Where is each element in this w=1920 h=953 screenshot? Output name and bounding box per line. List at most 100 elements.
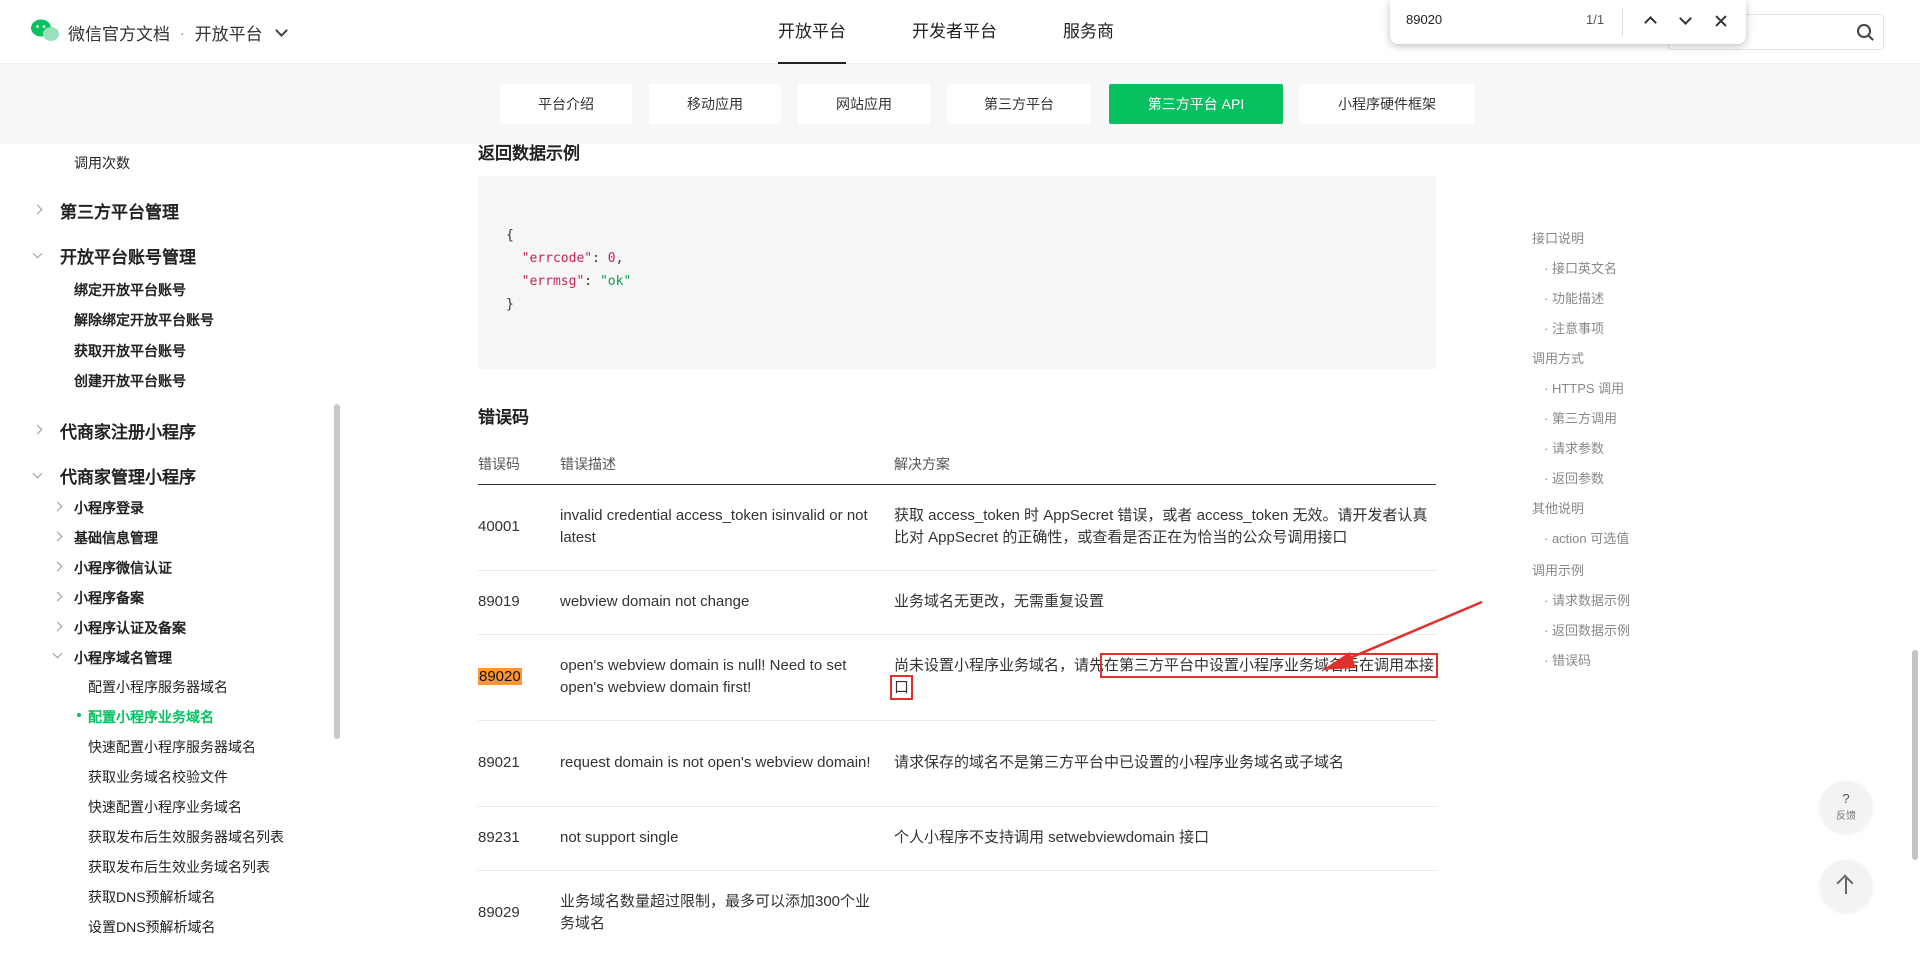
toc-item[interactable]: 其他说明 [1532, 498, 1584, 517]
sidebar-group-register-miniprogram[interactable]: 代商家注册小程序 [60, 418, 196, 443]
code-block: { "errcode": 0, "errmsg": "ok" } [478, 176, 1436, 369]
sidebar-item-verify-filing[interactable]: 小程序认证及备案 [74, 618, 186, 638]
error-code: 89021 [478, 720, 560, 807]
page-scrollbar[interactable] [1912, 650, 1918, 860]
table-header-row: 错误码 错误描述 解决方案 [478, 444, 1436, 485]
table-row: 89020 open's webview domain is null! Nee… [478, 634, 1439, 721]
code-line: { [506, 228, 514, 243]
sidebar-group-open-account[interactable]: 开放平台账号管理 [60, 243, 196, 268]
chevron-right-icon[interactable] [52, 501, 63, 512]
feedback-button[interactable]: ? 反馈 [1820, 781, 1872, 833]
sidebar-item-get-dns[interactable]: 获取DNS预解析域名 [88, 887, 216, 907]
toc-item[interactable]: · 接口英文名 [1544, 258, 1617, 277]
toc-item[interactable]: · 请求数据示例 [1544, 590, 1630, 609]
brand-separator: · [180, 24, 185, 41]
toc-item[interactable]: · action 可选值 [1544, 528, 1629, 547]
error-description: invalid credential access_token isinvali… [560, 484, 894, 571]
sidebar-item-set-dns[interactable]: 设置DNS预解析域名 [88, 917, 216, 937]
toc-item[interactable]: · 返回数据示例 [1544, 620, 1630, 639]
code-line: "errmsg": "ok" [521, 274, 632, 289]
code-line: } [506, 297, 514, 312]
sidebar-item-call-count[interactable]: 调用次数 [74, 153, 130, 173]
sidebar-item-quick-webview-domain[interactable]: 快速配置小程序业务域名 [88, 797, 242, 817]
toc-item[interactable]: 调用方式 [1532, 348, 1584, 367]
sidebar-item-bind-account[interactable]: 绑定开放平台账号 [74, 280, 186, 300]
toc-item[interactable]: · 第三方调用 [1544, 408, 1617, 427]
sidebar-item-verify-file[interactable]: 获取业务域名校验文件 [88, 767, 228, 787]
active-indicator [77, 713, 81, 717]
column-header-code: 错误码 [478, 444, 560, 485]
table-row: 40001 invalid credential access_token is… [478, 484, 1436, 571]
chevron-right-icon[interactable] [52, 591, 63, 602]
sidebar-item-effective-server-list[interactable]: 获取发布后生效服务器域名列表 [88, 827, 284, 847]
tab-miniprogram-hardware[interactable]: 小程序硬件框架 [1299, 84, 1475, 124]
chevron-down-icon[interactable] [32, 468, 43, 479]
find-previous-button[interactable] [1640, 10, 1662, 32]
chevron-down-icon[interactable] [32, 248, 43, 259]
error-code: 89019 [478, 570, 560, 635]
sidebar-item-wechat-verify[interactable]: 小程序微信认证 [74, 558, 172, 578]
error-solution: 尚未设置小程序业务域名，请先在第三方平台中设置小程序业务域名后在调用本接口 [889, 634, 1439, 721]
toc-item[interactable]: · 请求参数 [1544, 438, 1604, 457]
sidebar-item-domain-manage[interactable]: 小程序域名管理 [74, 648, 172, 668]
back-to-top-button[interactable] [1820, 860, 1872, 912]
chevron-down-icon[interactable] [52, 648, 63, 659]
find-close-button[interactable] [1710, 10, 1732, 32]
tab-mobile-app[interactable]: 移动应用 [649, 84, 781, 124]
search-icon[interactable] [1857, 24, 1871, 38]
nav-service-provider[interactable]: 服务商 [1063, 0, 1114, 64]
sub-nav: 平台介绍 移动应用 网站应用 第三方平台 第三方平台 API 小程序硬件框架 [0, 64, 1920, 144]
chevron-right-icon[interactable] [52, 531, 63, 542]
chevron-right-icon[interactable] [32, 204, 43, 215]
wechat-logo-icon[interactable] [30, 18, 60, 44]
column-header-solution: 解决方案 [894, 444, 1436, 485]
find-next-button[interactable] [1675, 10, 1697, 32]
sidebar-item-quick-server-domain[interactable]: 快速配置小程序服务器域名 [88, 737, 256, 757]
sidebar-item-effective-webview-list[interactable]: 获取发布后生效业务域名列表 [88, 857, 270, 877]
brand-area[interactable]: 微信官方文档 · 开放平台 [68, 20, 288, 45]
toc-item[interactable]: 接口说明 [1532, 228, 1584, 247]
toc-item[interactable]: · HTTPS 调用 [1544, 378, 1624, 397]
nav-developer-platform[interactable]: 开发者平台 [912, 0, 997, 64]
sidebar-item-filing[interactable]: 小程序备案 [74, 588, 144, 608]
nav-open-platform[interactable]: 开放平台 [778, 0, 846, 64]
tab-third-party-platform[interactable]: 第三方平台 [947, 84, 1091, 124]
chevron-right-icon[interactable] [52, 561, 63, 572]
sidebar-item-unbind-account[interactable]: 解除绑定开放平台账号 [74, 310, 214, 330]
error-code: 89029 [478, 870, 560, 953]
find-highlight: 89020 [478, 668, 522, 685]
column-header-description: 错误描述 [560, 444, 894, 485]
sidebar-item-basic-info[interactable]: 基础信息管理 [74, 528, 158, 548]
error-code: 89231 [478, 806, 560, 871]
sidebar-item-webview-domain[interactable]: 配置小程序业务域名 [88, 707, 214, 727]
sidebar-item-get-account[interactable]: 获取开放平台账号 [74, 341, 186, 361]
toc-item[interactable]: · 错误码 [1544, 650, 1591, 669]
main-nav: 开放平台 开发者平台 服务商 [778, 0, 1114, 64]
toc-item[interactable]: 调用示例 [1532, 560, 1584, 579]
error-description: open's webview domain is null! Need to s… [560, 634, 894, 721]
find-input[interactable]: 89020 [1406, 12, 1442, 27]
sidebar-group-third-party-manage[interactable]: 第三方平台管理 [60, 198, 179, 223]
sidebar-group-manage-miniprogram[interactable]: 代商家管理小程序 [60, 463, 196, 488]
tab-website-app[interactable]: 网站应用 [798, 84, 930, 124]
tab-platform-intro[interactable]: 平台介绍 [500, 84, 632, 124]
toc-item[interactable]: · 注意事项 [1544, 318, 1604, 337]
chevron-right-icon[interactable] [32, 424, 43, 435]
chevron-down-icon[interactable] [274, 24, 288, 37]
error-solution: 个人小程序不支持调用 setwebviewdomain 接口 [894, 806, 1436, 871]
error-description: not support single [560, 806, 894, 871]
solution-text: 尚未设置小程序业务域名，请先 [894, 657, 1105, 674]
platform-switch[interactable]: 开放平台 [195, 20, 263, 45]
sidebar: 调用次数 第三方平台管理 开放平台账号管理 绑定开放平台账号 解除绑定开放平台账… [0, 144, 340, 953]
toc-item[interactable]: · 功能描述 [1544, 288, 1604, 307]
tab-third-party-api[interactable]: 第三方平台 API [1109, 84, 1283, 124]
sidebar-item-server-domain[interactable]: 配置小程序服务器域名 [88, 677, 228, 697]
error-solution [894, 870, 1436, 953]
question-icon: ? [1842, 791, 1850, 806]
sidebar-item-login[interactable]: 小程序登录 [74, 498, 144, 518]
chevron-right-icon[interactable] [52, 621, 63, 632]
sidebar-scrollbar[interactable] [334, 404, 340, 739]
error-solution: 获取 access_token 时 AppSecret 错误，或者 access… [894, 484, 1436, 571]
toc-item[interactable]: · 返回参数 [1544, 468, 1604, 487]
sidebar-item-create-account[interactable]: 创建开放平台账号 [74, 371, 186, 391]
